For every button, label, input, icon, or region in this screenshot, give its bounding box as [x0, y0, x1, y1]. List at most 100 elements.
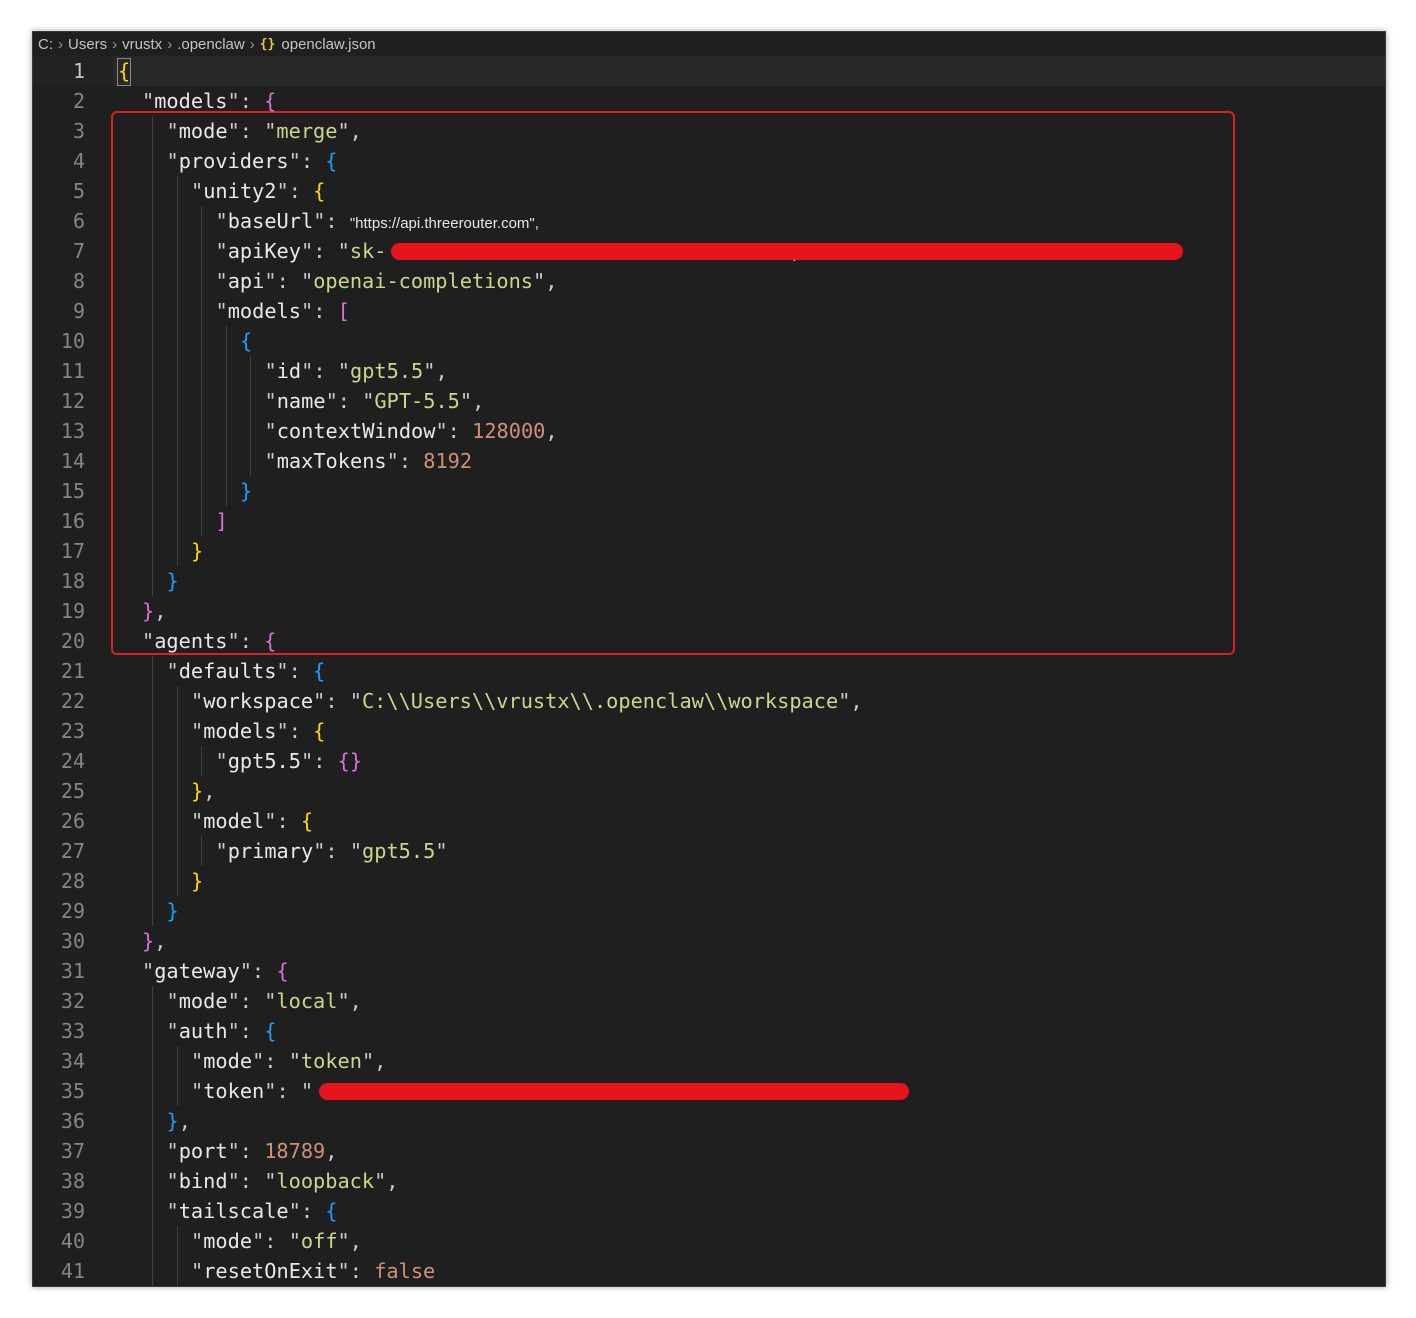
json-punctuation: ": — [239, 959, 277, 983]
code-editor[interactable]: 1{2 "models": {3 "mode": "merge", 4 "provide… — [33, 56, 1385, 1286]
code-line[interactable]: 11 "id": "gpt5.5", — [33, 356, 1385, 386]
line-number: 3 — [72, 119, 85, 143]
indent-guide — [152, 1076, 153, 1106]
code-line[interactable]: 16] — [33, 506, 1385, 536]
chevron-right-icon: › — [58, 35, 63, 53]
json-string-value: openai-completions — [313, 269, 533, 293]
line-number: 30 — [60, 929, 85, 953]
json-punctuation: { — [325, 1199, 338, 1223]
code-line[interactable]: 1{ — [33, 56, 1385, 86]
json-punctuation: " — [191, 1229, 204, 1253]
code-line[interactable]: 22 "workspace": "C:\\Users\\vrustx\\.open… — [33, 686, 1385, 716]
code-line[interactable]: 27 "primary": "gpt5.5" — [33, 836, 1385, 866]
code-line[interactable]: 9 "models": [ — [33, 296, 1385, 326]
line-number: 25 — [60, 779, 85, 803]
code-text: "gateway": { — [142, 956, 289, 986]
json-string-value: off — [300, 1229, 338, 1253]
code-line[interactable]: 10 { — [33, 326, 1385, 356]
json-punctuation: ": " — [301, 359, 350, 383]
code-line[interactable]: 4 "providers": { — [33, 146, 1385, 176]
code-line[interactable]: 26 "model": { — [33, 806, 1385, 836]
breadcrumb-users[interactable]: Users — [68, 36, 107, 53]
code-line[interactable]: 31 "gateway": { — [33, 956, 1385, 986]
line-number: 32 — [60, 989, 85, 1013]
json-punctuation: " — [142, 629, 155, 653]
code-line[interactable]: 41 "resetOnExit": false — [33, 1256, 1385, 1286]
code-text: "agents": { — [142, 626, 276, 656]
breadcrumb-folder[interactable]: .openclaw — [177, 36, 245, 53]
code-line[interactable]: 39 "tailscale": { — [33, 1196, 1385, 1226]
code-line[interactable]: 19}, — [33, 596, 1385, 626]
code-text: "mode": "local", — [167, 986, 362, 1016]
code-line[interactable]: 13 "contextWindow": 128000, — [33, 416, 1385, 446]
json-string-value: "https://api.threerouter.com", — [349, 215, 539, 232]
code-text: } — [167, 896, 179, 926]
json-key: models — [227, 299, 301, 323]
code-text: "id": "gpt5.5", — [265, 356, 448, 386]
json-punctuation: " — [166, 149, 179, 173]
code-line[interactable]: 21 "defaults": { — [33, 656, 1385, 686]
editor-window: C: › Users › vrustx › .openclaw › {} ope… — [32, 31, 1386, 1287]
code-line[interactable]: 28} — [33, 866, 1385, 896]
code-line[interactable]: 25}, — [33, 776, 1385, 806]
json-punctuation: ": — [227, 89, 265, 113]
indent-guide — [176, 1076, 178, 1106]
code-text: } — [191, 536, 203, 566]
indent-guide — [176, 266, 178, 296]
json-punctuation: ": — [300, 749, 338, 773]
code-line[interactable]: 2 "models": { — [33, 86, 1385, 116]
code-line[interactable]: 33 "auth": { — [33, 1016, 1385, 1046]
json-punctuation: " — [264, 419, 277, 443]
code-line[interactable]: 23 "models": { — [33, 716, 1385, 746]
indent-guide — [201, 326, 202, 356]
code-line[interactable]: 5 "unity2": { — [33, 176, 1385, 206]
code-text: "name": "GPT-5.5", — [265, 386, 485, 416]
code-line[interactable]: 35"token": " " — [33, 1076, 1385, 1106]
line-number: 13 — [60, 419, 85, 443]
code-line[interactable]: 36}, — [33, 1106, 1385, 1136]
code-line[interactable]: 17} — [33, 536, 1385, 566]
indent-guide — [250, 416, 251, 446]
breadcrumb-file[interactable]: openclaw.json — [281, 36, 375, 53]
code-line[interactable]: 18} — [33, 566, 1385, 596]
line-number: 11 — [60, 359, 85, 383]
code-line[interactable]: 8 "api": "openai-completions", — [33, 266, 1385, 296]
code-line[interactable]: 20 "agents": { — [33, 626, 1385, 656]
json-string-value: local — [276, 989, 338, 1013]
line-number: 24 — [60, 749, 85, 773]
json-punctuation: " — [166, 1199, 179, 1223]
breadcrumb-drive[interactable]: C: — [38, 36, 53, 53]
json-punctuation: " — [264, 449, 277, 473]
code-line[interactable]: 29} — [33, 896, 1385, 926]
json-punctuation: " — [166, 1169, 179, 1193]
code-line[interactable]: 3 "mode": "merge", — [33, 116, 1385, 146]
code-text: "model": { — [191, 806, 313, 836]
json-string-value: gpt5.5 — [362, 839, 436, 863]
indent-guide — [225, 476, 227, 506]
code-line[interactable]: 12 "name": "GPT-5.5", — [33, 386, 1385, 416]
code-line[interactable]: 14 "maxTokens": 8192 — [33, 446, 1385, 476]
indent-guide — [201, 296, 202, 326]
indent-guide — [152, 536, 153, 566]
code-line[interactable]: 34 "mode": "token", — [33, 1046, 1385, 1076]
code-line[interactable]: 24 "gpt5.5": {} — [33, 746, 1385, 776]
code-line[interactable]: 32 "mode": "local", — [33, 986, 1385, 1016]
line-number: 5 — [72, 179, 85, 203]
code-line[interactable]: 40 "mode": "off", — [33, 1226, 1385, 1256]
code-line[interactable]: 15} — [33, 476, 1385, 506]
json-punctuation: ": " — [252, 1229, 301, 1253]
line-number: 40 — [60, 1229, 85, 1253]
code-line[interactable]: 6 "baseUrl": "https://api.threerouter.com… — [33, 206, 1385, 236]
json-punctuation: " — [142, 959, 155, 983]
code-text: "models": [ — [216, 296, 350, 326]
code-line[interactable]: 38 "bind": "loopback", — [33, 1166, 1385, 1196]
code-line[interactable]: 37 "port": 18789, — [33, 1136, 1385, 1166]
indent-guide — [201, 266, 202, 296]
breadcrumb-user[interactable]: vrustx — [122, 36, 162, 53]
indent-guide — [152, 416, 153, 446]
code-line[interactable]: 7"apiKey": "sk- ", — [33, 236, 1385, 266]
indent-guide — [201, 446, 202, 476]
code-text: "contextWindow": 128000, — [265, 416, 558, 446]
line-number: 34 — [60, 1049, 85, 1073]
code-line[interactable]: 30}, — [33, 926, 1385, 956]
